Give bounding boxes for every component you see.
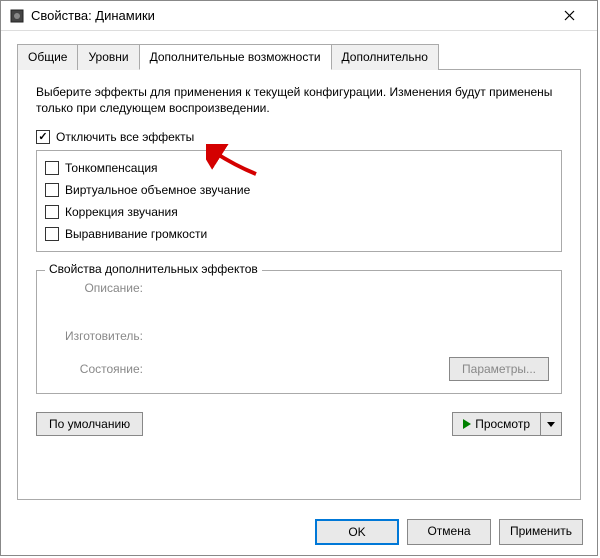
tab-enhancements[interactable]: Дополнительные возможности: [139, 44, 332, 70]
disable-all-effects-row: Отключить все эффекты: [36, 130, 562, 144]
tab-levels[interactable]: Уровни: [77, 44, 139, 70]
speaker-icon: [9, 8, 25, 24]
panel-description: Выберите эффекты для применения к текуще…: [36, 84, 562, 116]
preview-button-group: Просмотр: [452, 412, 562, 436]
properties-dialog: Свойства: Динамики Общие Уровни Дополнит…: [0, 0, 598, 556]
effect-properties-group: Свойства дополнительных эффектов Описани…: [36, 270, 562, 394]
effect-label: Выравнивание громкости: [65, 227, 207, 241]
effect-row: Коррекция звучания: [45, 205, 553, 219]
dialog-content: Общие Уровни Дополнительные возможности …: [1, 31, 597, 500]
tab-strip: Общие Уровни Дополнительные возможности …: [17, 43, 581, 70]
effects-list: Тонкомпенсация Виртуальное объемное звуч…: [36, 150, 562, 252]
preview-button[interactable]: Просмотр: [452, 412, 541, 436]
effect-row: Тонкомпенсация: [45, 161, 553, 175]
preview-dropdown-button[interactable]: [541, 412, 562, 436]
prop-description-row: Описание:: [49, 281, 549, 295]
effect-checkbox-room-correction[interactable]: [45, 205, 59, 219]
tab-general[interactable]: Общие: [17, 44, 78, 70]
prop-description-label: Описание:: [49, 281, 149, 295]
effect-checkbox-virtual-surround[interactable]: [45, 183, 59, 197]
prop-vendor-row: Изготовитель:: [49, 329, 549, 343]
effect-label: Тонкомпенсация: [65, 161, 158, 175]
prop-status-label: Состояние:: [49, 362, 149, 376]
effect-properties-legend: Свойства дополнительных эффектов: [45, 262, 262, 276]
effect-row: Выравнивание громкости: [45, 227, 553, 241]
effect-checkbox-loudness-eq[interactable]: [45, 227, 59, 241]
preview-button-label: Просмотр: [475, 417, 530, 431]
close-button[interactable]: [549, 2, 589, 30]
effect-label: Коррекция звучания: [65, 205, 178, 219]
disable-all-effects-label: Отключить все эффекты: [56, 130, 194, 144]
disable-all-effects-checkbox[interactable]: [36, 130, 50, 144]
cancel-button[interactable]: Отмена: [407, 519, 491, 545]
close-icon: [564, 10, 575, 21]
parameters-button[interactable]: Параметры...: [449, 357, 549, 381]
titlebar-title: Свойства: Динамики: [31, 8, 549, 23]
play-icon: [463, 419, 471, 429]
restore-defaults-button[interactable]: По умолчанию: [36, 412, 143, 436]
apply-button[interactable]: Применить: [499, 519, 583, 545]
effect-label: Виртуальное объемное звучание: [65, 183, 250, 197]
effect-checkbox-loudness[interactable]: [45, 161, 59, 175]
enhancements-panel: Выберите эффекты для применения к текуще…: [17, 70, 581, 500]
chevron-down-icon: [547, 420, 555, 428]
dialog-button-row: OK Отмена Применить: [315, 519, 583, 545]
ok-button[interactable]: OK: [315, 519, 399, 545]
prop-vendor-label: Изготовитель:: [49, 329, 149, 343]
tab-advanced[interactable]: Дополнительно: [331, 44, 439, 70]
titlebar: Свойства: Динамики: [1, 1, 597, 31]
prop-status-row: Состояние: Параметры...: [49, 357, 549, 381]
effect-row: Виртуальное объемное звучание: [45, 183, 553, 197]
panel-bottom-row: По умолчанию Просмотр: [36, 412, 562, 436]
